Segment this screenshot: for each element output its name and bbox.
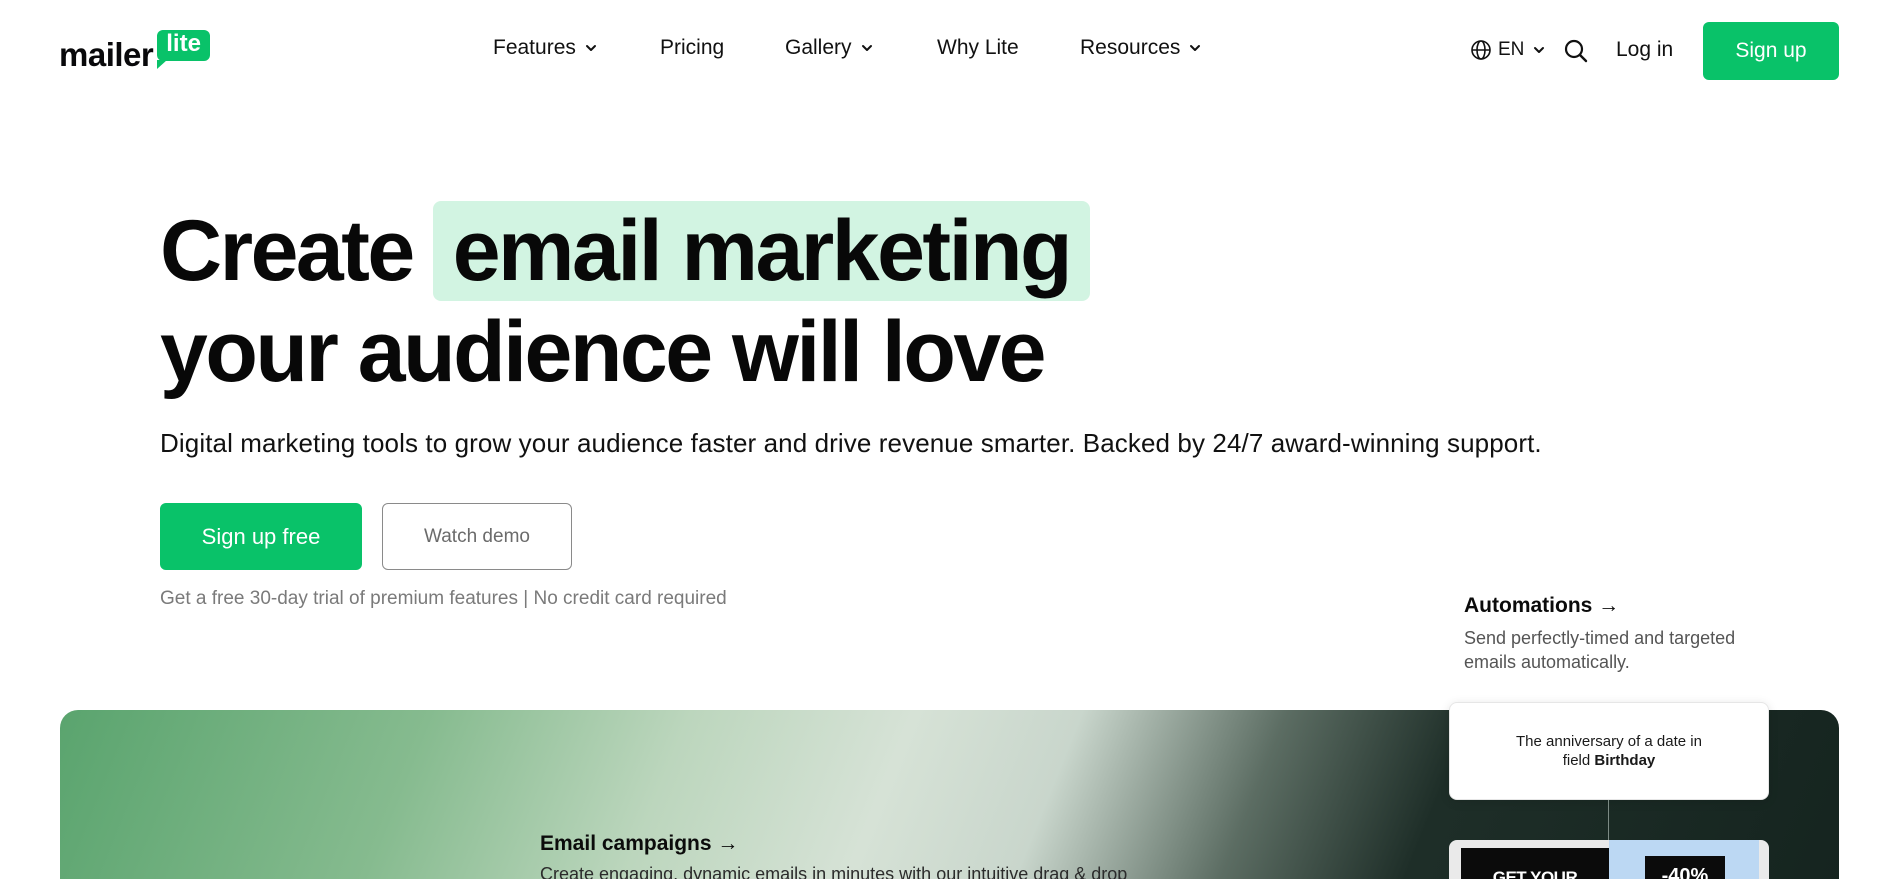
nav-item-label: Resources	[1080, 36, 1181, 59]
nav-item-label: Why Lite	[937, 36, 1019, 59]
language-label: EN	[1498, 39, 1525, 60]
search-button[interactable]	[1563, 38, 1589, 64]
hero-title-line2: your audience will love	[160, 304, 1047, 400]
chevron-down-icon	[584, 41, 598, 55]
nav-item-resources[interactable]: Resources	[1080, 36, 1202, 60]
nav-item-label: Features	[493, 36, 576, 59]
email-campaigns-link[interactable]: Email campaigns →	[540, 832, 738, 856]
search-icon	[1563, 39, 1589, 68]
trial-note: Get a free 30-day trial of premium featu…	[160, 588, 727, 609]
hero-title-highlight: email marketing	[432, 201, 1091, 301]
login-link[interactable]: Log in	[1616, 38, 1673, 62]
nav-item-why-lite[interactable]: Why Lite	[937, 36, 1019, 60]
automations-description: Send perfectly-timed and targeted emails…	[1464, 628, 1736, 672]
email-campaigns-description: Create engaging, dynamic emails in minut…	[540, 864, 1128, 879]
globe-icon	[1470, 39, 1492, 61]
workflow-connector	[1608, 800, 1609, 840]
hero-heading: Create email marketing your audience wil…	[160, 200, 1091, 402]
chevron-down-icon	[1188, 41, 1202, 55]
trigger-field: field Birthday	[1563, 751, 1656, 770]
trigger-field-prefix: field	[1562, 752, 1591, 769]
automations-link[interactable]: Automations →	[1464, 594, 1619, 618]
hero-title-prefix: Create	[160, 203, 415, 299]
trigger-field-name: Birthday	[1594, 752, 1656, 769]
nav-item-label: Pricing	[660, 36, 725, 59]
nav-item-gallery[interactable]: Gallery	[785, 36, 874, 60]
chevron-down-icon	[860, 41, 874, 55]
email-preview-headline: GET YOUR	[1461, 848, 1609, 879]
site-header: mailer lite Features Pricing Gallery Why…	[0, 0, 1898, 100]
signup-free-button[interactable]: Sign up free	[160, 503, 362, 570]
automation-trigger-card: The anniversary of a date in field Birth…	[1449, 702, 1769, 800]
email-preview-image: -40%	[1609, 840, 1759, 879]
email-preview-card: GET YOUR -40%	[1449, 840, 1769, 879]
trigger-text: The anniversary of a date in	[1516, 733, 1702, 750]
language-selector[interactable]: EN	[1470, 39, 1546, 61]
discount-badge: -40%	[1645, 856, 1725, 879]
mailerlite-logo[interactable]: mailer lite	[59, 25, 210, 71]
hero-subtitle: Digital marketing tools to grow your aud…	[160, 428, 1542, 458]
logo-wordmark: mailer	[59, 36, 154, 73]
signup-button[interactable]: Sign up	[1703, 22, 1839, 80]
watch-demo-button[interactable]: Watch demo	[382, 503, 572, 570]
logo-badge: lite	[157, 30, 210, 69]
chevron-down-icon	[1532, 43, 1546, 57]
nav-item-pricing[interactable]: Pricing	[660, 36, 724, 60]
nav-item-label: Gallery	[785, 36, 852, 59]
nav-item-features[interactable]: Features	[493, 36, 598, 60]
